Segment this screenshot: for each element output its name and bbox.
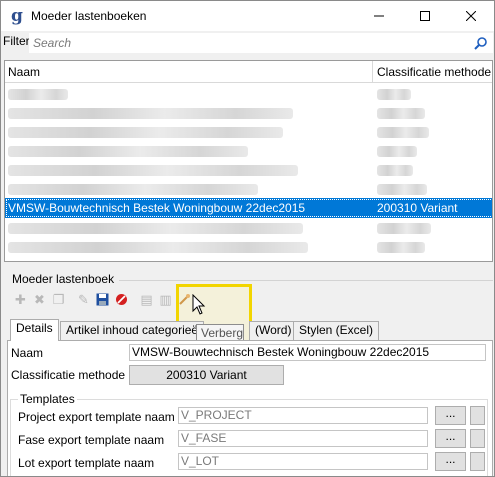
project-template-browse-button[interactable]: ... [435, 406, 466, 425]
redacted-text [8, 165, 298, 176]
template-label: Project export template naam [18, 410, 175, 424]
redacted-text [377, 146, 417, 157]
table-row[interactable] [5, 141, 492, 161]
tab-word[interactable]: (Word) [249, 321, 298, 340]
moeder-lastenboeken-grid[interactable]: Naam Classificatie methode VMSW-Bouwtech… [4, 60, 493, 262]
lot-template-browse-button[interactable]: ... [435, 452, 466, 471]
table-row[interactable] [5, 179, 492, 199]
cancel-icon[interactable] [113, 291, 130, 308]
table-row[interactable] [5, 218, 492, 238]
tab-stylen-excel[interactable]: Stylen (Excel) [293, 321, 380, 340]
column-header-classificatie[interactable]: Classificatie methode [374, 61, 492, 83]
redacted-text [8, 242, 308, 253]
tab-details[interactable]: Details [10, 319, 59, 341]
redacted-text [377, 89, 411, 100]
naam-label: Naam [11, 346, 44, 360]
window-title: Moeder lastenboeken [31, 9, 147, 23]
table-row[interactable] [5, 122, 492, 142]
redacted-text [8, 146, 248, 157]
filter-label: Filter [3, 34, 30, 48]
redacted-text [8, 223, 303, 234]
table-row[interactable] [5, 84, 492, 104]
project-template-field[interactable]: V_PROJECT [178, 407, 428, 424]
panel-title: Moeder lastenboek [12, 272, 115, 286]
minimize-icon [374, 15, 384, 17]
column-header-naam[interactable]: Naam [5, 61, 373, 83]
tab-artikel-inhoud[interactable]: Artikel inhoud categorieë [60, 321, 205, 340]
redacted-text [377, 242, 425, 253]
classificatie-label: Classificatie methode [11, 368, 126, 382]
filter-placeholder: Search [33, 36, 72, 50]
redacted-text [377, 184, 427, 195]
cell-classificatie: 200310 Variant [377, 201, 458, 215]
redacted-text [377, 108, 425, 119]
redacted-text [377, 223, 431, 234]
classificatie-button[interactable]: 200310 Variant [129, 365, 284, 385]
fase-template-clear-button[interactable] [470, 429, 485, 448]
table-row[interactable] [5, 237, 492, 257]
edit-icon[interactable]: ✎ [75, 291, 92, 308]
table-row[interactable] [5, 160, 492, 180]
redacted-text [377, 127, 429, 138]
maximize-button[interactable] [402, 1, 448, 31]
save-icon[interactable] [94, 291, 111, 308]
close-button[interactable] [448, 1, 494, 31]
template-label: Lot export template naam [18, 456, 155, 470]
fase-template-field[interactable]: V_FASE [178, 430, 428, 447]
templates-title: Templates [18, 392, 77, 406]
redacted-text [8, 89, 68, 100]
template-label: Fase export template naam [18, 433, 165, 447]
doc2-icon[interactable]: ▥ [157, 291, 174, 308]
title-bar: g Moeder lastenboeken [1, 1, 494, 31]
copy-icon[interactable]: ❐ [50, 291, 67, 308]
project-template-clear-button[interactable] [470, 406, 485, 425]
search-icon[interactable] [474, 36, 488, 50]
maximize-icon [420, 11, 430, 21]
panel-divider [119, 280, 493, 281]
delete-icon[interactable]: ✖ [31, 291, 48, 308]
close-icon [466, 11, 476, 21]
app-logo-icon: g [11, 6, 23, 26]
main-window: g Moeder lastenboeken Filter Search Naam… [0, 0, 495, 477]
add-icon[interactable]: ✚ [12, 291, 29, 308]
naam-field[interactable]: VMSW-Bouwtechnisch Bestek Woningbouw 22d… [129, 344, 486, 361]
redacted-text [377, 165, 413, 176]
table-row[interactable] [5, 103, 492, 123]
mouse-cursor-icon [192, 294, 206, 315]
redacted-text [8, 184, 258, 195]
grid-header: Naam Classificatie methode [5, 61, 492, 83]
lot-template-clear-button[interactable] [470, 452, 485, 471]
panel-toolbar: ✚ ✖ ❐ ✎ ▤ ▥ [12, 290, 195, 308]
fase-template-browse-button[interactable]: ... [435, 429, 466, 448]
redacted-text [8, 108, 293, 119]
lot-template-field[interactable]: V_LOT [178, 453, 428, 470]
doc-icon[interactable]: ▤ [138, 291, 155, 308]
cell-naam: VMSW-Bouwtechnisch Bestek Woningbouw 22d… [8, 201, 306, 215]
minimize-button[interactable] [356, 1, 402, 31]
table-row-selected[interactable]: VMSW-Bouwtechnisch Bestek Woningbouw 22d… [5, 198, 492, 218]
redacted-text [8, 127, 283, 138]
filter-search-input[interactable]: Search [29, 33, 493, 53]
